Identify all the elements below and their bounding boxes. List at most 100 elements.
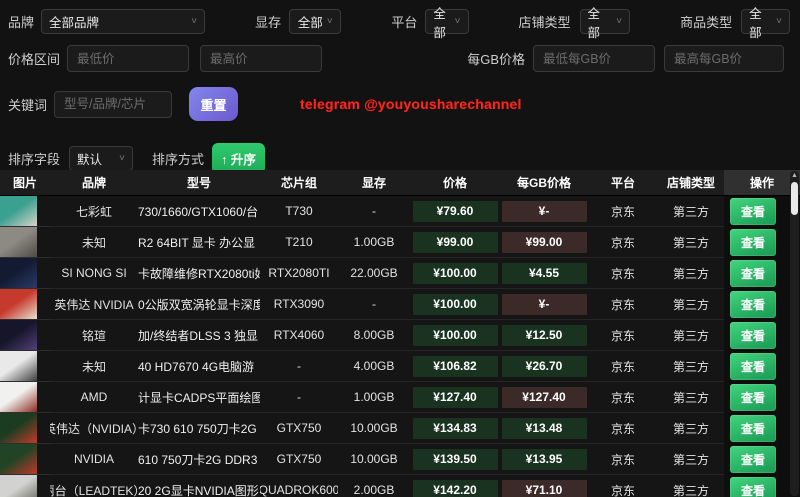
chevron-down-icon: ˅: [119, 153, 125, 164]
pergb-price-label: 每GB价格: [467, 49, 525, 68]
shop-type-cell: 第三方: [658, 289, 724, 320]
chipset-cell: RTX4060: [260, 320, 338, 351]
chipset-cell: GTX750: [260, 444, 338, 475]
view-button[interactable]: 查看: [730, 477, 776, 497]
chipset-cell: -: [260, 382, 338, 413]
shop-type-select[interactable]: 全部 ˅: [580, 9, 631, 34]
platform-cell: 京东: [588, 382, 658, 413]
price-range-label: 价格区间: [8, 49, 60, 68]
vram-cell: -: [338, 196, 410, 227]
price-badge: ¥127.40: [413, 387, 498, 408]
table-row: 英伟达（NVIDIA） 卡730 610 750刀卡2G GTX750 10.0…: [0, 413, 800, 444]
scroll-up-arrow-icon[interactable]: ▲: [790, 171, 799, 181]
vram-cell: 1.00GB: [338, 382, 410, 413]
action-cell: 查看: [724, 196, 800, 227]
pergb-price-badge: ¥127.40: [502, 387, 587, 408]
product-thumbnail[interactable]: [0, 351, 37, 381]
header-model: 型号: [138, 170, 260, 195]
product-image-cell: [0, 475, 50, 497]
model-cell: 加/终结者DLSS 3 独显: [138, 320, 260, 351]
product-thumbnail[interactable]: [0, 258, 37, 288]
table-row: 英伟达 NVIDIA 0公版双宽涡轮显卡深度 RTX3090 - ¥100.00…: [0, 289, 800, 320]
price-cell: ¥79.60: [410, 196, 500, 227]
price-min-input[interactable]: [67, 45, 189, 72]
model-cell: 730/1660/GTX1060/台: [138, 196, 260, 227]
platform-cell: 京东: [588, 320, 658, 351]
brand-select[interactable]: 全部品牌 ˅: [41, 9, 205, 34]
pergb-min-input[interactable]: [533, 45, 655, 72]
view-button[interactable]: 查看: [730, 384, 776, 411]
header-vram: 显存: [338, 170, 410, 195]
brand-cell: 未知: [50, 227, 138, 258]
platform-cell: 京东: [588, 289, 658, 320]
pergb-price-badge: ¥71.10: [502, 480, 587, 497]
pergb-price-cell: ¥71.10: [500, 475, 588, 497]
view-button[interactable]: 查看: [730, 291, 776, 318]
pergb-max-input[interactable]: [664, 45, 784, 72]
keyword-input[interactable]: [54, 91, 172, 118]
brand-cell: 七彩虹: [50, 196, 138, 227]
view-button[interactable]: 查看: [730, 260, 776, 287]
product-thumbnail[interactable]: [0, 196, 37, 226]
product-image-cell: [0, 320, 50, 351]
shop-type-cell: 第三方: [658, 382, 724, 413]
product-thumbnail[interactable]: [0, 289, 37, 319]
telegram-watermark: telegram @youyousharechannel: [300, 96, 522, 112]
platform-cell: 京东: [588, 227, 658, 258]
header-price: 价格: [410, 170, 500, 195]
shop-type-cell: 第三方: [658, 475, 724, 497]
table-scrollbar[interactable]: ▲: [790, 171, 799, 496]
view-button[interactable]: 查看: [730, 353, 776, 380]
sort-field-select[interactable]: 默认 ˅: [69, 146, 133, 171]
brand-cell: 丽台（LEADTEK）: [50, 475, 138, 497]
platform-select[interactable]: 全部 ˅: [425, 9, 468, 34]
price-cell: ¥100.00: [410, 258, 500, 289]
results-table: 图片 品牌 型号 芯片组 显存 价格 每GB价格 平台 店铺类型 操作 七彩虹 …: [0, 170, 800, 497]
price-badge: ¥100.00: [413, 294, 498, 315]
view-button[interactable]: 查看: [730, 415, 776, 442]
table-row: 未知 40 HD7670 4G电脑游 - 4.00GB ¥106.82 ¥26.…: [0, 351, 800, 382]
platform-cell: 京东: [588, 475, 658, 497]
vram-select[interactable]: 全部 ˅: [289, 9, 341, 34]
product-thumbnail[interactable]: [0, 382, 37, 412]
product-thumbnail[interactable]: [0, 413, 37, 443]
table-row: NVIDIA 610 750刀卡2G DDR3 GTX750 10.00GB ¥…: [0, 444, 800, 475]
product-type-select[interactable]: 全部 ˅: [741, 9, 790, 34]
product-image-cell: [0, 227, 50, 258]
view-button[interactable]: 查看: [730, 229, 776, 256]
view-button[interactable]: 查看: [730, 446, 776, 473]
pergb-price-cell: ¥-: [500, 289, 588, 320]
price-badge: ¥100.00: [413, 263, 498, 284]
product-thumbnail[interactable]: [0, 475, 37, 497]
keyword-label: 关键词: [8, 95, 47, 114]
table-body: 七彩虹 730/1660/GTX1060/台 T730 - ¥79.60 ¥- …: [0, 196, 800, 497]
vram-cell: 22.00GB: [338, 258, 410, 289]
brand-label: 品牌: [8, 12, 34, 31]
price-badge: ¥106.82: [413, 356, 498, 377]
action-cell: 查看: [724, 351, 800, 382]
reset-button[interactable]: 重置: [189, 87, 238, 121]
model-cell: 卡730 610 750刀卡2G: [138, 413, 260, 444]
chipset-cell: QUADROK600: [260, 475, 338, 497]
price-max-input[interactable]: [200, 45, 322, 72]
product-thumbnail[interactable]: [0, 227, 37, 257]
product-thumbnail[interactable]: [0, 444, 37, 474]
sort-field-label: 排序字段: [8, 149, 60, 168]
brand-cell: 英伟达（NVIDIA）: [50, 413, 138, 444]
price-cell: ¥106.82: [410, 351, 500, 382]
action-cell: 查看: [724, 413, 800, 444]
view-button[interactable]: 查看: [730, 198, 776, 225]
shop-type-cell: 第三方: [658, 227, 724, 258]
chevron-down-icon: ˅: [616, 16, 622, 27]
product-thumbnail[interactable]: [0, 320, 37, 350]
pergb-price-cell: ¥26.70: [500, 351, 588, 382]
chevron-down-icon: ˅: [776, 16, 782, 27]
table-header-row: 图片 品牌 型号 芯片组 显存 价格 每GB价格 平台 店铺类型 操作: [0, 170, 800, 196]
product-image-cell: [0, 382, 50, 413]
pergb-price-badge: ¥13.95: [502, 449, 587, 470]
header-shop-type: 店铺类型: [658, 170, 724, 195]
scrollbar-thumb[interactable]: [791, 182, 798, 215]
price-badge: ¥100.00: [413, 325, 498, 346]
shop-type-cell: 第三方: [658, 320, 724, 351]
view-button[interactable]: 查看: [730, 322, 776, 349]
